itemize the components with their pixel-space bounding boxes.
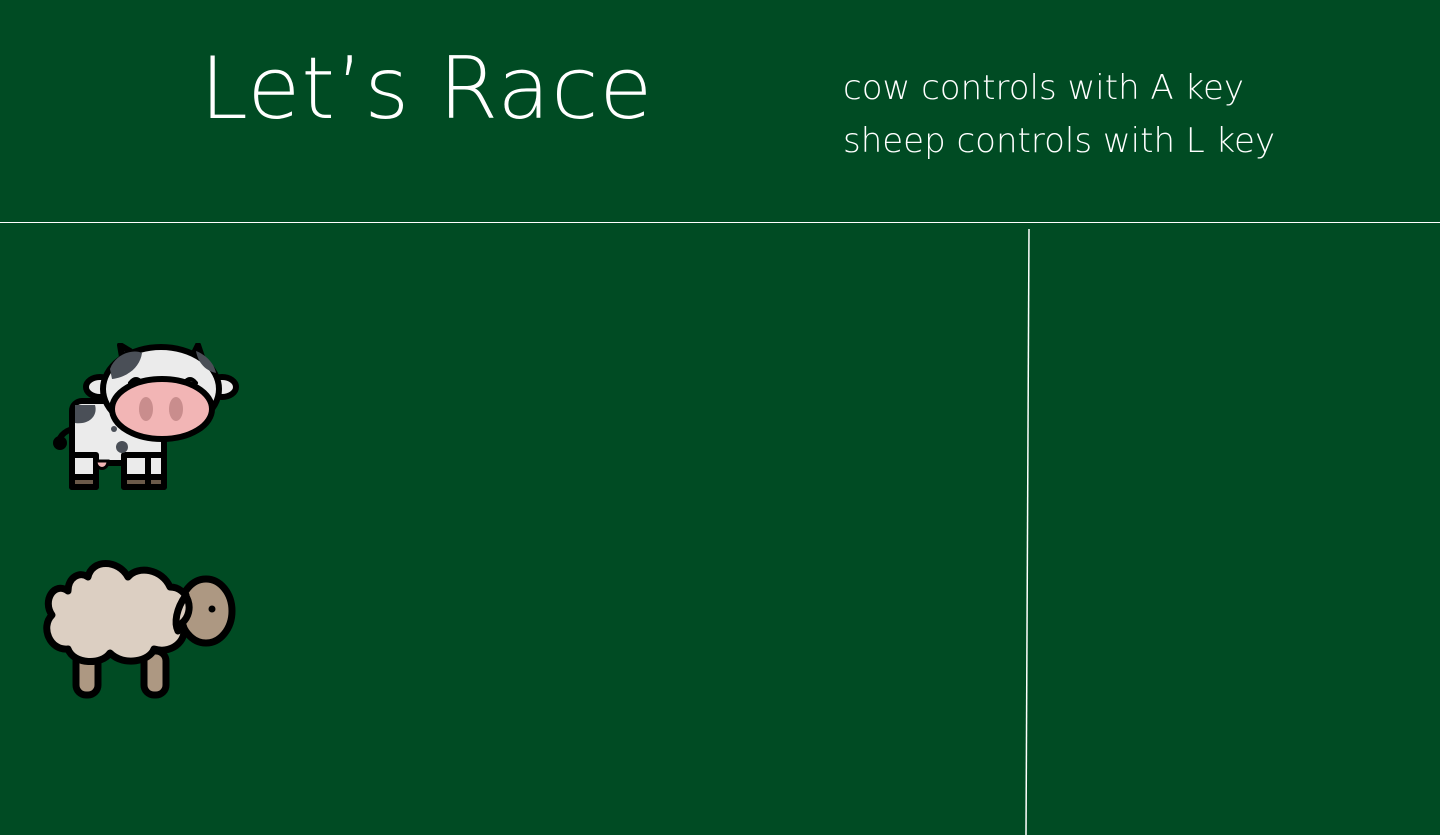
controls-instructions: cow controls with A key sheep controls w… xyxy=(843,62,1275,168)
sheep-controls-text: sheep controls with L key xyxy=(843,121,1276,161)
sheep-icon[interactable] xyxy=(38,551,238,701)
page-title: Let’s Race xyxy=(200,39,654,139)
finish-line xyxy=(1025,228,1030,835)
race-track xyxy=(0,223,1440,835)
header: Let’s Race cow controls with A key sheep… xyxy=(0,0,1440,222)
cow-icon[interactable] xyxy=(50,343,240,493)
cow-controls-text: cow controls with A key xyxy=(843,68,1245,108)
